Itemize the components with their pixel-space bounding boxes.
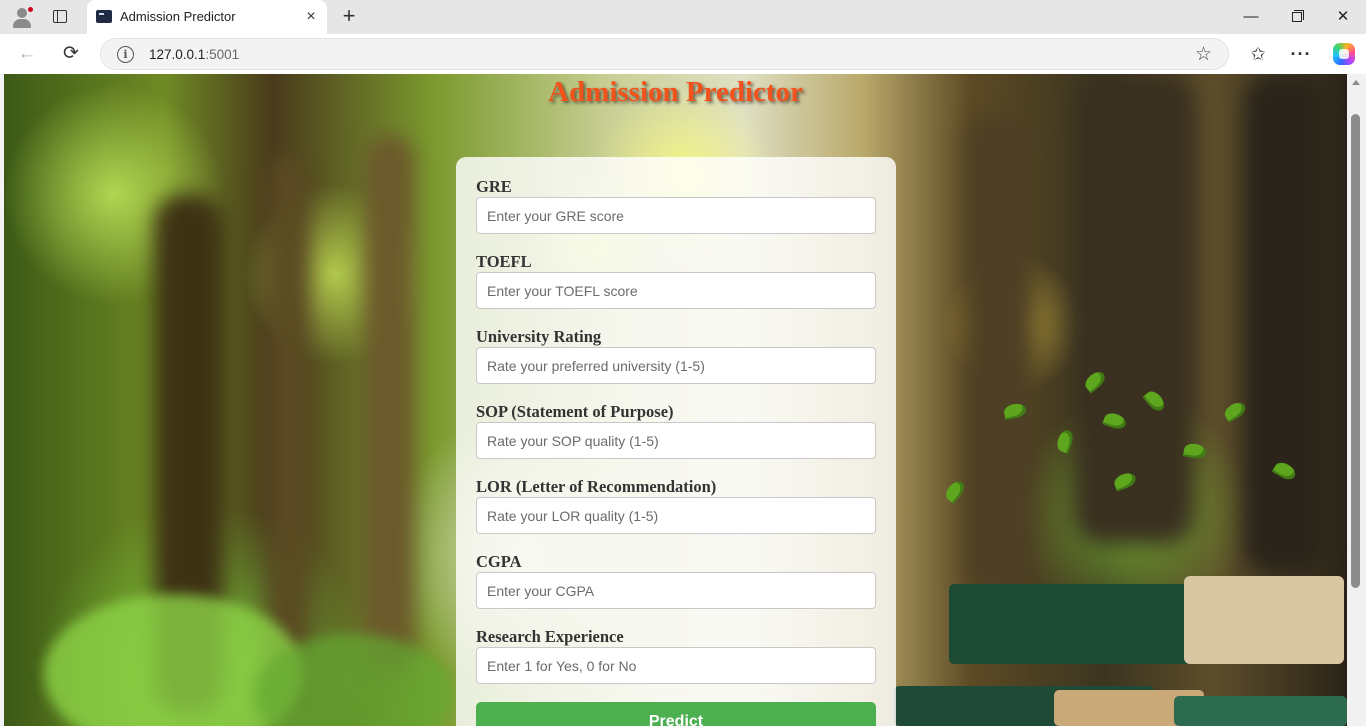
university-rating-field: University Rating [476,327,876,384]
books-stack [894,564,1347,726]
page-scrollbar[interactable] [1347,74,1366,726]
tab-actions-icon[interactable] [50,7,70,27]
more-menu-icon[interactable]: ··· [1290,43,1312,65]
window-close-button[interactable]: ✕ [1320,0,1366,34]
profile-avatar-icon[interactable] [10,5,34,29]
lor-input[interactable] [476,497,876,534]
tree-trunk [1074,74,1194,544]
url-host: 127.0.0.1 [149,47,206,62]
window-minimize-button[interactable]: — [1228,0,1274,34]
sop-input[interactable] [476,422,876,459]
scroll-up-arrow-icon[interactable] [1352,80,1360,85]
favorites-icon[interactable]: ✩ [1247,43,1269,65]
cgpa-label: CGPA [476,552,522,571]
copilot-icon[interactable] [1333,43,1355,65]
gre-label: GRE [476,177,512,196]
toefl-field: TOEFL [476,252,876,309]
scroll-thumb[interactable] [1351,114,1360,588]
lor-label: LOR (Letter of Recommendation) [476,477,717,496]
browser-toolbar: ← ⟳ i 127.0.0.1:5001 ☆ ✩ ··· [0,34,1366,74]
tree-trunk [364,134,414,674]
predict-button[interactable]: Predict [476,702,876,726]
tab-admission-predictor[interactable]: Admission Predictor × [87,0,327,34]
site-info-icon[interactable]: i [117,46,134,63]
toefl-label: TOEFL [476,252,532,271]
leaf [1054,428,1076,454]
gre-input[interactable] [476,197,876,234]
notification-dot [27,6,34,13]
tab-strip: Admission Predictor × + — ✕ [0,0,1366,34]
sop-label: SOP (Statement of Purpose) [476,402,674,421]
page-title: Admission Predictor [548,76,803,108]
research-field: Research Experience [476,627,876,684]
research-input[interactable] [476,647,876,684]
tree-trunk [964,114,1034,594]
tab-title: Admission Predictor [120,9,236,24]
research-label: Research Experience [476,627,624,646]
window-restore-button[interactable] [1274,0,1320,34]
admission-form: GRE TOEFL University Rating SOP (Stateme… [456,157,896,726]
reload-icon[interactable]: ⟳ [60,43,82,65]
page-viewport: Admission Predictor GRE TOEFL University… [4,74,1347,726]
sop-field: SOP (Statement of Purpose) [476,402,876,459]
back-arrow-icon[interactable]: ← [16,43,38,65]
terminal-favicon-icon [96,10,112,23]
toefl-input[interactable] [476,272,876,309]
tab-close-icon[interactable]: × [302,8,320,26]
cgpa-field: CGPA [476,552,876,609]
tree-trunk [1244,74,1324,574]
url-text[interactable]: 127.0.0.1:5001 [149,47,239,62]
address-bar[interactable]: i 127.0.0.1:5001 ☆ [100,38,1229,70]
cgpa-input[interactable] [476,572,876,609]
new-tab-icon[interactable]: + [338,5,360,27]
url-port: :5001 [205,47,240,62]
lor-field: LOR (Letter of Recommendation) [476,477,876,534]
university-rating-input[interactable] [476,347,876,384]
university-rating-label: University Rating [476,327,602,346]
bookmark-star-icon[interactable]: ☆ [1195,43,1212,66]
gre-field: GRE [476,177,876,234]
